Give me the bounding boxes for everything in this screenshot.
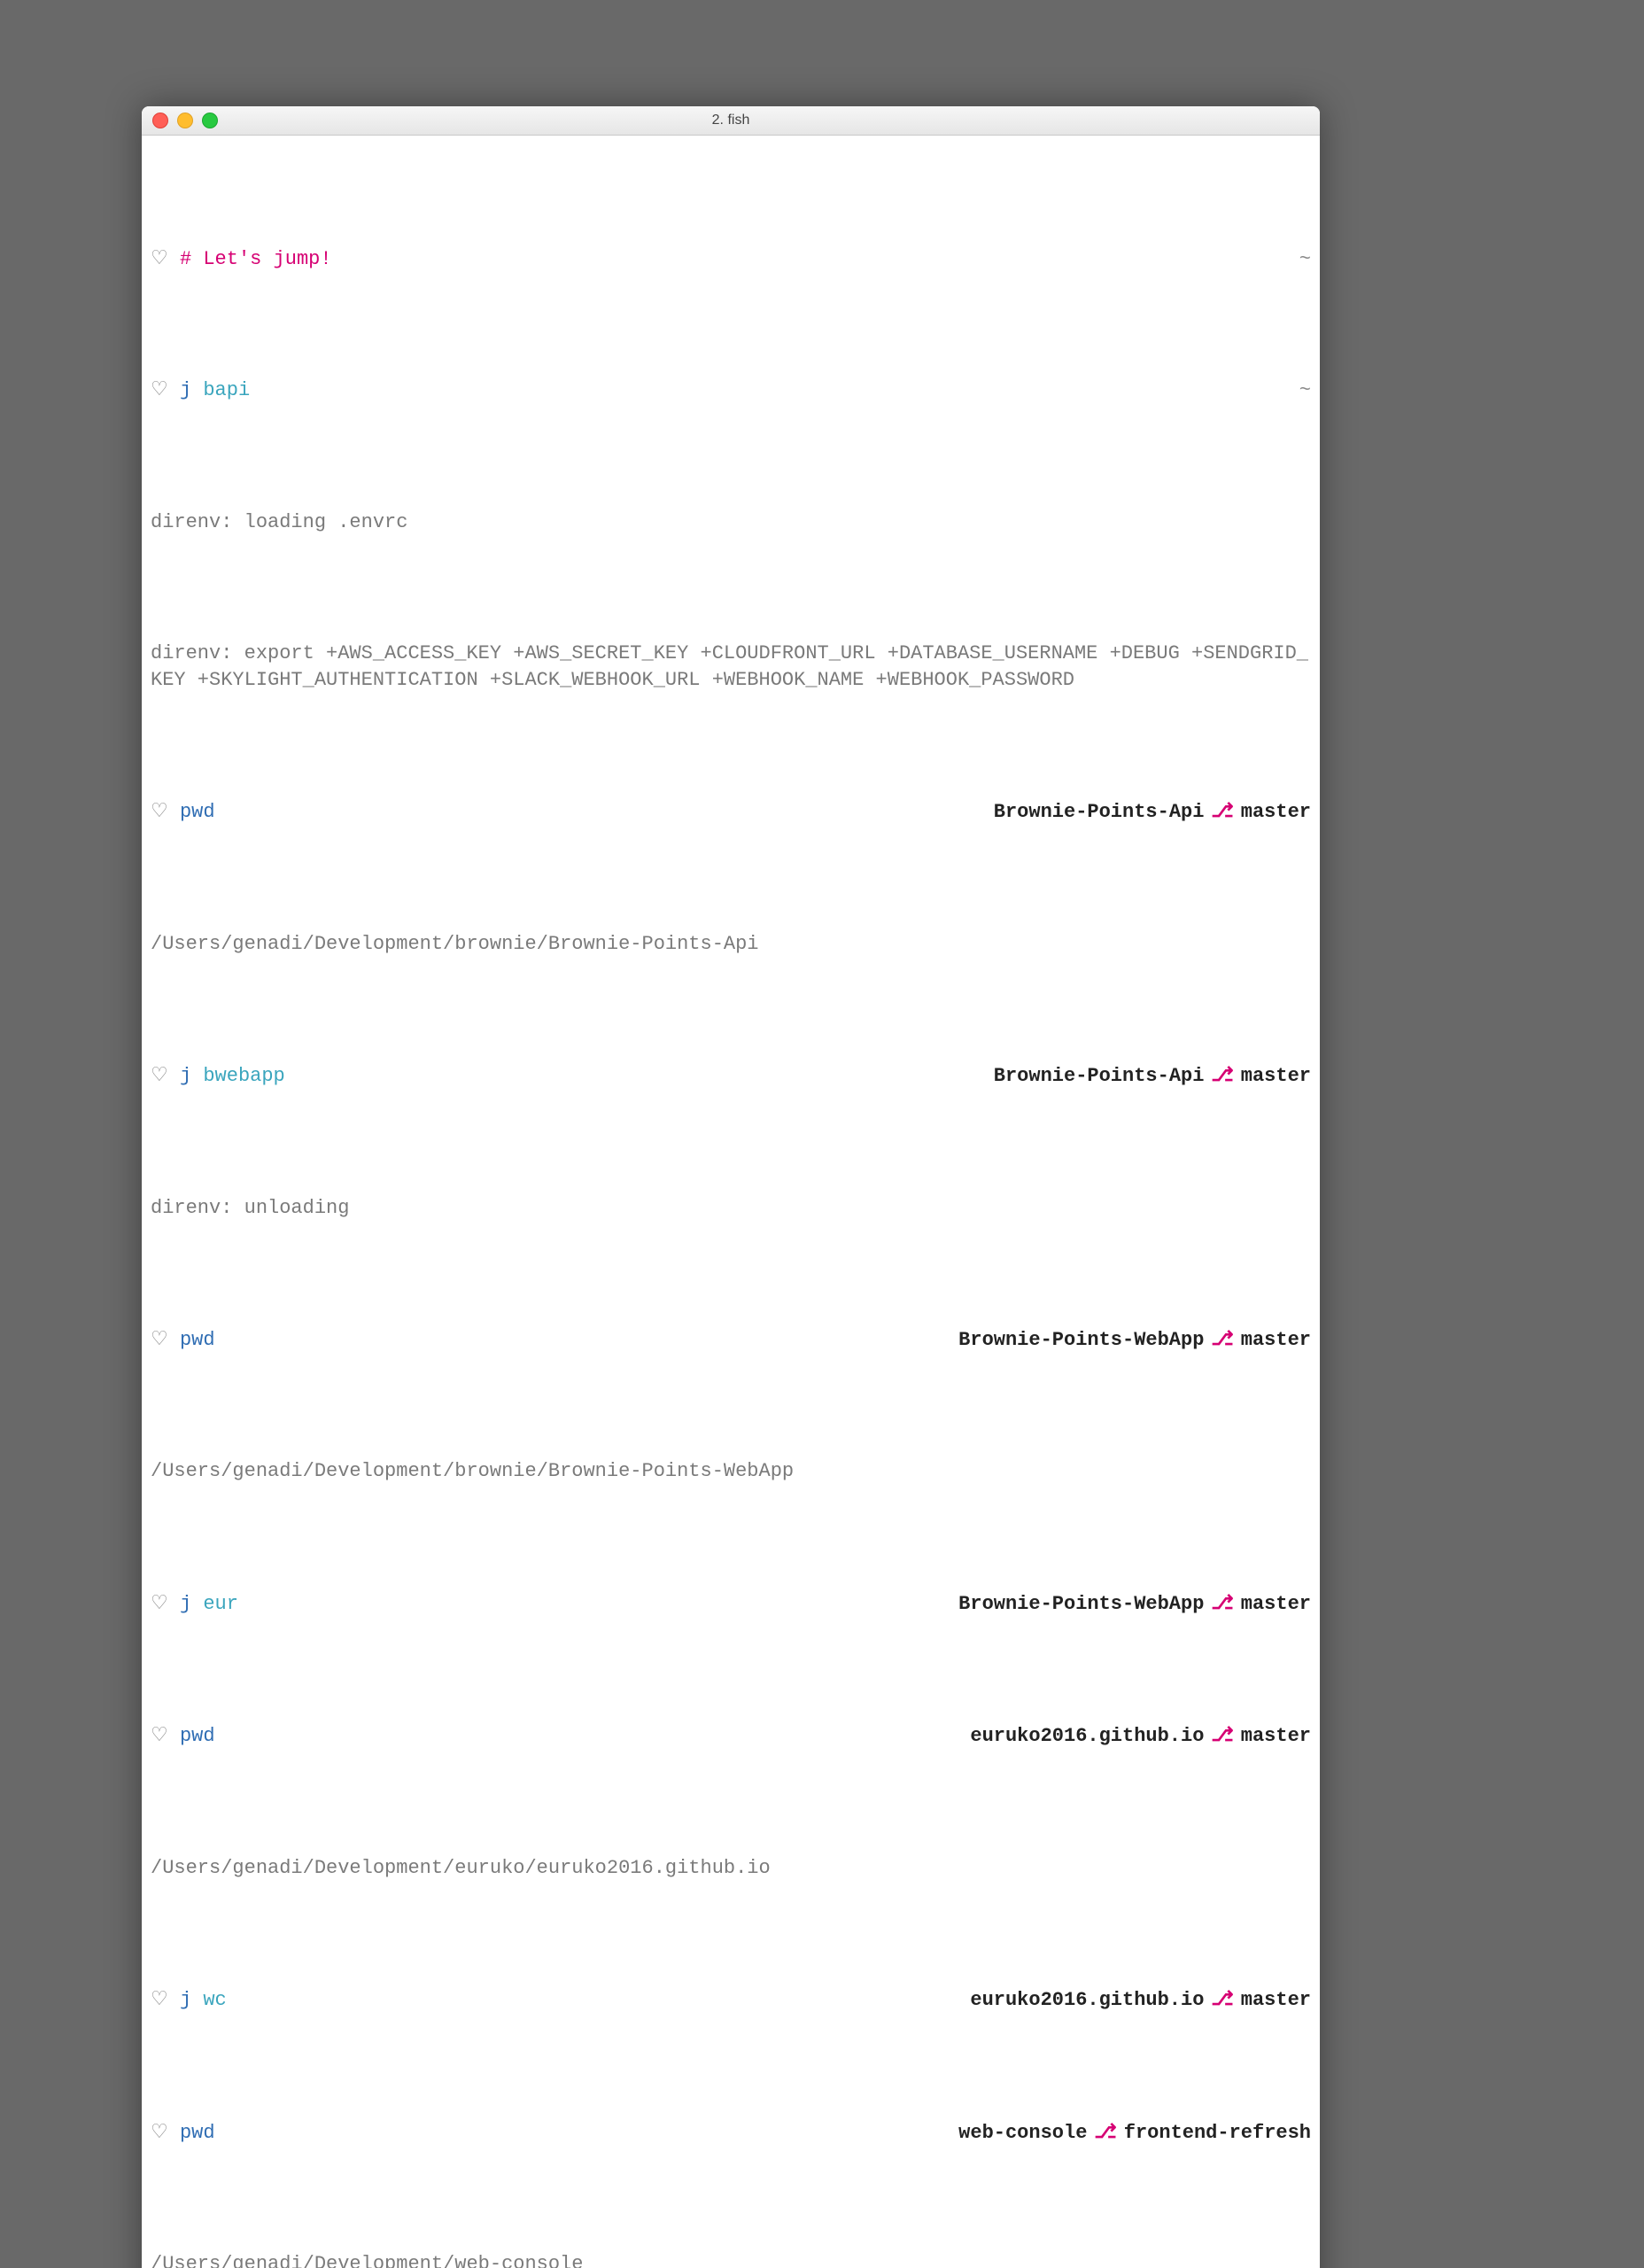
output-text: /Users/genadi/Development/brownie/Browni…: [151, 931, 1311, 958]
titlebar: 2. fish: [142, 106, 1320, 136]
branch-name: master: [1241, 1723, 1311, 1750]
command-text: j: [180, 1989, 191, 2011]
terminal-line: ♡ # Let's jump! ~: [151, 246, 1311, 273]
output-text: direnv: loading .envrc: [151, 509, 1311, 536]
repo-name: euruko2016.github.io: [970, 1987, 1204, 2014]
command-text: j: [180, 1065, 191, 1087]
output-text: /Users/genadi/Development/brownie/Browni…: [151, 1458, 1311, 1485]
branch-icon: ⎇: [1211, 1722, 1233, 1749]
heart-icon: ♡: [151, 248, 168, 270]
terminal-line: ♡ j bwebapp Brownie-Points-Api⎇ master: [151, 1062, 1311, 1090]
heart-icon: ♡: [151, 379, 168, 401]
command-text: pwd: [180, 2122, 215, 2144]
command-arg: bwebapp: [203, 1065, 284, 1087]
repo-name: Brownie-Points-WebApp: [958, 1591, 1204, 1618]
branch-name: master: [1241, 1327, 1311, 1354]
repo-name: web-console: [958, 2120, 1087, 2147]
heart-icon: ♡: [151, 1725, 168, 1747]
output-text: direnv: unloading: [151, 1195, 1311, 1222]
minimize-button[interactable]: [177, 113, 193, 128]
heart-icon: ♡: [151, 2122, 168, 2144]
output-text: /Users/genadi/Development/web-console: [151, 2251, 1311, 2268]
command-text: j: [180, 1593, 191, 1615]
command-text: pwd: [180, 1725, 215, 1747]
command-text: pwd: [180, 1329, 215, 1351]
repo-name: Brownie-Points-Api: [994, 799, 1205, 826]
command-arg: bapi: [203, 379, 250, 401]
hash-symbol: #: [180, 248, 191, 270]
branch-icon: ⎇: [1211, 1326, 1233, 1353]
branch-name: master: [1241, 1591, 1311, 1618]
heart-icon: ♡: [151, 801, 168, 823]
terminal-window: 2. fish ♡ # Let's jump! ~ ♡ j bapi ~ dir…: [142, 106, 1320, 2268]
heart-icon: ♡: [151, 1065, 168, 1087]
comment-text: Let's jump!: [203, 248, 331, 270]
heart-icon: ♡: [151, 1329, 168, 1351]
terminal-line: ♡ pwd Brownie-Points-WebApp ⎇ master: [151, 1326, 1311, 1354]
terminal-line: ♡ j bapi ~: [151, 377, 1311, 404]
command-arg: wc: [203, 1989, 226, 2011]
branch-icon: ⎇: [1211, 798, 1233, 825]
branch-name: master: [1241, 1063, 1311, 1090]
branch-icon: ⎇: [1211, 1986, 1233, 2013]
repo-name: Brownie-Points-Api: [994, 1063, 1205, 1090]
command-text: j: [180, 379, 191, 401]
terminal-content[interactable]: ♡ # Let's jump! ~ ♡ j bapi ~ direnv: loa…: [142, 136, 1320, 2268]
branch-icon: ⎇: [1211, 1590, 1233, 1617]
tilde-indicator: ~: [1299, 246, 1311, 273]
window-title: 2. fish: [712, 113, 750, 128]
terminal-line: ♡ pwd euruko2016.github.io ⎇ master: [151, 1722, 1311, 1750]
repo-name: Brownie-Points-WebApp: [958, 1327, 1204, 1354]
close-button[interactable]: [152, 113, 168, 128]
maximize-button[interactable]: [202, 113, 218, 128]
repo-name: euruko2016.github.io: [970, 1723, 1204, 1750]
command-arg: eur: [203, 1593, 238, 1615]
heart-icon: ♡: [151, 1989, 168, 2011]
branch-name: master: [1241, 1987, 1311, 2014]
branch-icon: ⎇: [1211, 1062, 1233, 1089]
branch-name: frontend-refresh: [1124, 2120, 1311, 2147]
window-controls: [152, 113, 218, 128]
terminal-line: ♡ pwd web-console ⎇ frontend-refresh: [151, 2119, 1311, 2147]
output-text: direnv: export +AWS_ACCESS_KEY +AWS_SECR…: [151, 641, 1311, 693]
terminal-line: ♡ pwd Brownie-Points-Api⎇ master: [151, 798, 1311, 826]
branch-name: master: [1241, 799, 1311, 826]
terminal-line: ♡ j wc euruko2016.github.io ⎇ master: [151, 1986, 1311, 2014]
tilde-indicator: ~: [1299, 377, 1311, 404]
terminal-line: ♡ j eur Brownie-Points-WebApp ⎇ master: [151, 1590, 1311, 1618]
command-text: pwd: [180, 801, 215, 823]
branch-icon: ⎇: [1094, 2119, 1116, 2146]
output-text: /Users/genadi/Development/euruko/euruko2…: [151, 1855, 1311, 1882]
heart-icon: ♡: [151, 1593, 168, 1615]
